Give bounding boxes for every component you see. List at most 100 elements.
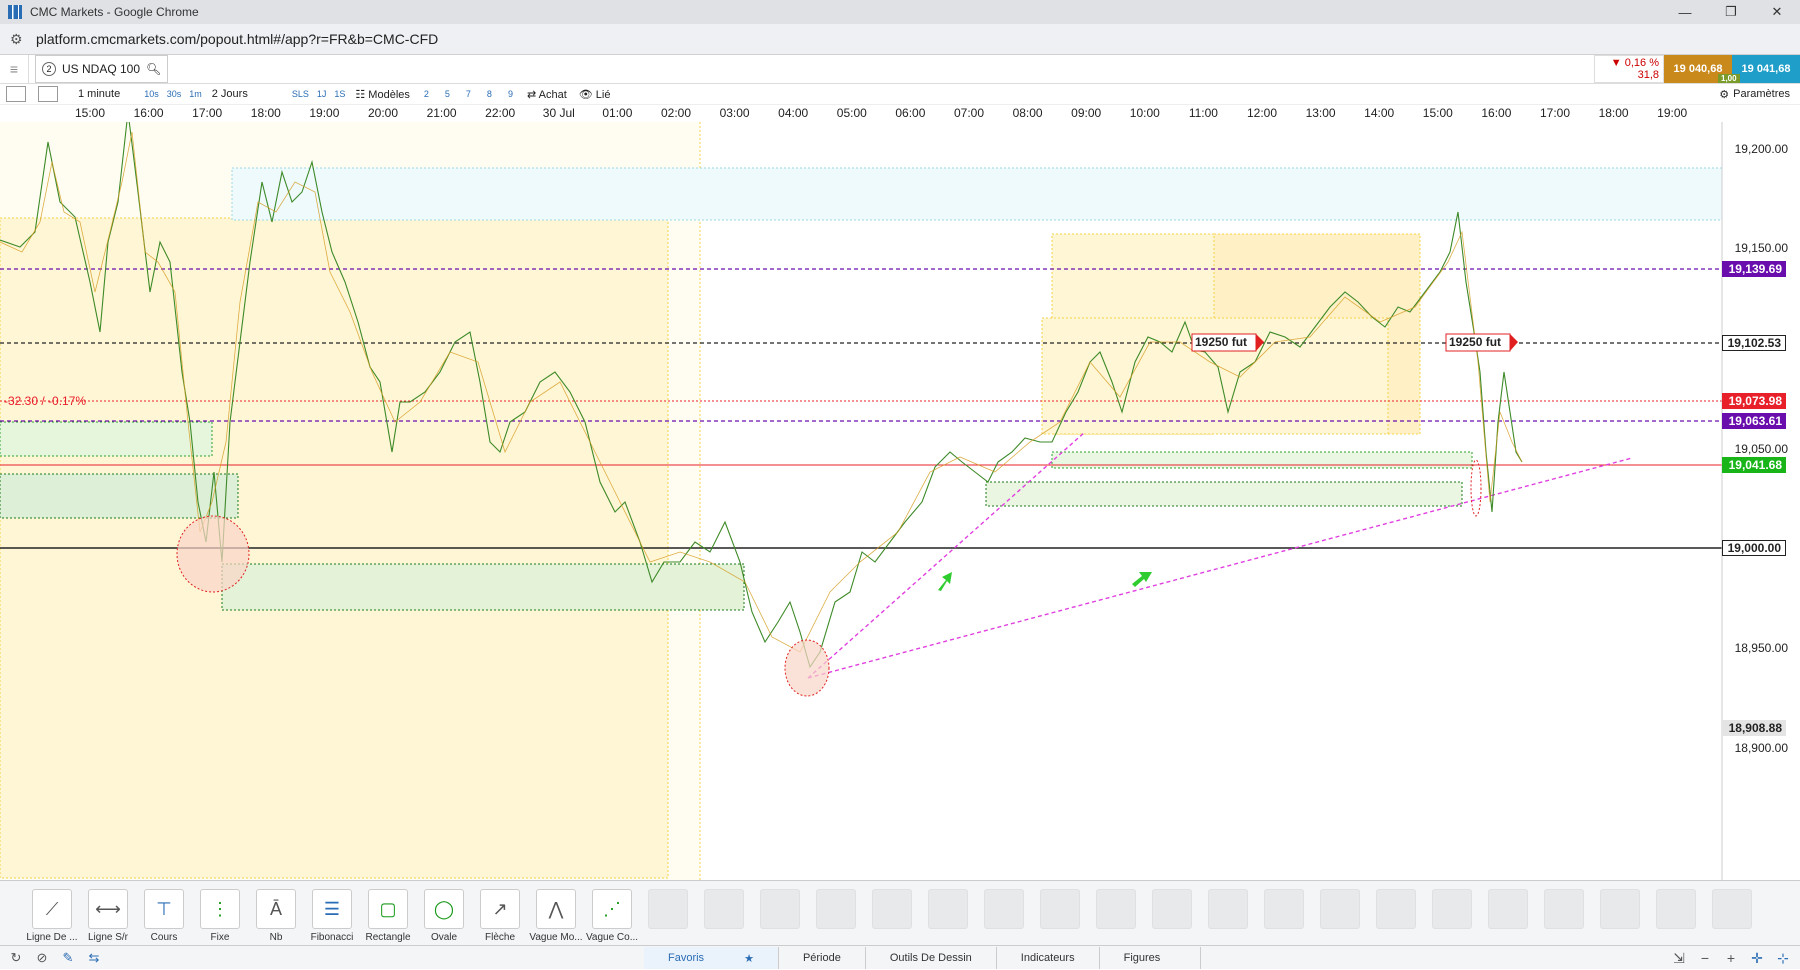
empty-slot-box xyxy=(760,889,800,929)
list-icon[interactable] xyxy=(6,86,26,102)
tool-text[interactable]: Ā Nb xyxy=(248,889,304,943)
time-label: 16:00 xyxy=(1481,106,1512,120)
empty-slot-box xyxy=(872,889,912,929)
instrument-selector[interactable]: 2 US NDAQ 100 🔍︎ xyxy=(35,55,169,83)
change-percent: ▼ 0,16 % xyxy=(1610,57,1659,69)
block-icon[interactable]: ⊘ xyxy=(32,948,52,968)
empty-tool-slot[interactable] xyxy=(1424,889,1480,943)
interval-select[interactable]: 1 minute xyxy=(78,88,120,100)
url-text[interactable]: platform.cmcmarkets.com/popout.html#/app… xyxy=(36,31,438,47)
period-1j[interactable]: 1J xyxy=(317,89,327,99)
empty-tool-slot[interactable] xyxy=(976,889,1032,943)
empty-tool-slot[interactable] xyxy=(1368,889,1424,943)
linked-toggle[interactable]: 👁︎ Lié xyxy=(579,88,611,101)
menu-icon[interactable]: ≡ xyxy=(0,55,29,83)
empty-tool-slot[interactable] xyxy=(696,889,752,943)
tag-black-1: 19,102.53 xyxy=(1722,335,1786,351)
tool-fibonacci[interactable]: ☰ Fibonacci xyxy=(304,889,360,943)
minimize-icon[interactable]: — xyxy=(1662,0,1708,24)
tool-arrow[interactable]: ↗ Flèche xyxy=(472,889,528,943)
settings-button[interactable]: ⚙ Paramètres xyxy=(1719,88,1790,101)
tab-periode[interactable]: Période xyxy=(779,947,866,969)
tool-sr-line[interactable]: ⟷ Ligne S/r xyxy=(80,889,136,943)
tool-label: Vague Co... xyxy=(585,932,639,943)
tab-outils[interactable]: Outils De Dessin xyxy=(866,947,997,969)
search-icon[interactable]: 🔍︎ xyxy=(146,62,161,76)
empty-tool-slot[interactable] xyxy=(920,889,976,943)
empty-tool-slot[interactable] xyxy=(1312,889,1368,943)
tab-favoris[interactable]: Favoris ★ xyxy=(644,947,779,969)
tool-wave2[interactable]: ⋰ Vague Co... xyxy=(584,889,640,943)
models-button[interactable]: ☷ Modèles xyxy=(355,88,410,101)
empty-slot-box xyxy=(1208,889,1248,929)
interval-1m[interactable]: 1m xyxy=(189,89,202,99)
tag-purple-2: 19,063.61 xyxy=(1722,413,1786,429)
interval-30s[interactable]: 30s xyxy=(167,89,182,99)
price-label-18950: 18,950.00 xyxy=(1734,641,1788,655)
chart-svg[interactable] xyxy=(0,110,1800,880)
interval-10s[interactable]: 10s xyxy=(144,89,159,99)
empty-tool-slot[interactable] xyxy=(1200,889,1256,943)
buy-button[interactable]: 19 041,68 1,00 xyxy=(1718,55,1800,83)
empty-tool-slot[interactable] xyxy=(640,889,696,943)
empty-tool-slot[interactable] xyxy=(1088,889,1144,943)
period-1s[interactable]: 1S xyxy=(334,89,345,99)
empty-tool-slot[interactable] xyxy=(1256,889,1312,943)
time-label: 03:00 xyxy=(719,106,750,120)
model-9[interactable]: 9 xyxy=(508,89,513,99)
time-label: 21:00 xyxy=(426,106,457,120)
tool-fixed[interactable]: ⋮ Fixe xyxy=(192,889,248,943)
empty-tool-slot[interactable] xyxy=(752,889,808,943)
tool-price[interactable]: ⊤ Cours xyxy=(136,889,192,943)
fixed-icon: ⋮ xyxy=(200,889,240,929)
model-5[interactable]: 5 xyxy=(445,89,450,99)
site-settings-icon[interactable]: ⚙ xyxy=(10,31,26,47)
empty-tool-slot[interactable] xyxy=(1704,889,1760,943)
change-display: ▼ 0,16 % 31,8 xyxy=(1594,55,1664,83)
close-icon[interactable]: ✕ xyxy=(1754,0,1800,24)
tab-indicateurs[interactable]: Indicateurs xyxy=(997,947,1100,969)
expand-icon[interactable]: ⊹ xyxy=(1770,950,1796,967)
empty-tool-slot[interactable] xyxy=(808,889,864,943)
crosshair-icon[interactable]: ✛ xyxy=(1744,950,1770,967)
refresh-icon[interactable]: ↻ xyxy=(6,948,26,968)
period-sls[interactable]: SLS xyxy=(292,89,309,99)
drawing-tools-panel: ⟋ Ligne De ... ⟷ Ligne S/r ⊤ Cours ⋮ Fixe Ā Nb ☰ Fi… xyxy=(0,880,1800,969)
model-7[interactable]: 7 xyxy=(466,89,471,99)
empty-tool-slot[interactable] xyxy=(864,889,920,943)
layout-icon[interactable] xyxy=(38,86,58,102)
tool-rectangle[interactable]: ▢ Rectangle xyxy=(360,889,416,943)
time-label: 05:00 xyxy=(836,106,867,120)
tool-oval[interactable]: ◯ Ovale xyxy=(416,889,472,943)
instrument-number: 2 xyxy=(42,62,56,76)
empty-tool-slot[interactable] xyxy=(1144,889,1200,943)
tool-wave[interactable]: ⋀ Vague Mo... xyxy=(528,889,584,943)
buy-label: Achat xyxy=(538,88,567,101)
time-label: 15:00 xyxy=(74,106,106,120)
empty-tool-slot[interactable] xyxy=(1592,889,1648,943)
magnet-icon[interactable]: ⇆ xyxy=(84,948,104,968)
buy-toggle[interactable]: ⇄ Achat xyxy=(527,88,567,101)
empty-tool-slot[interactable] xyxy=(1480,889,1536,943)
model-2[interactable]: 2 xyxy=(424,89,429,99)
empty-tool-slot[interactable] xyxy=(1536,889,1592,943)
restore-icon[interactable]: ❐ xyxy=(1708,0,1754,24)
empty-tool-slot[interactable] xyxy=(1032,889,1088,943)
price-chart[interactable]: 19,200.00 19,150.00 19,050.00 18,950.00 … xyxy=(0,110,1800,880)
tool-label: Fixe xyxy=(210,932,230,943)
tab-figures[interactable]: Figures xyxy=(1100,947,1202,969)
tool-line[interactable]: ⟋ Ligne De ... xyxy=(24,889,80,943)
green-arrow-2 xyxy=(1132,572,1152,587)
model-8[interactable]: 8 xyxy=(487,89,492,99)
zoom-controls: ⇲ − + ✛ ⊹ xyxy=(1666,950,1796,967)
tag-purple-1: 19,139.69 xyxy=(1722,261,1786,277)
instrument-header: ≡ 2 US NDAQ 100 🔍︎ ▼ 0,16 % 31,8 19 040,… xyxy=(0,55,1800,84)
zoom-in-icon[interactable]: + xyxy=(1718,950,1744,967)
fit-icon[interactable]: ⇲ xyxy=(1666,950,1692,967)
zoom-out-icon[interactable]: − xyxy=(1692,950,1718,967)
tag-red: 19,073.98 xyxy=(1722,393,1786,409)
period-select[interactable]: 2 Jours xyxy=(212,88,248,100)
empty-tool-slot[interactable] xyxy=(1648,889,1704,943)
pencil-icon[interactable]: ✎ xyxy=(58,948,78,968)
tag-zero: 19,000.00 xyxy=(1722,540,1786,556)
